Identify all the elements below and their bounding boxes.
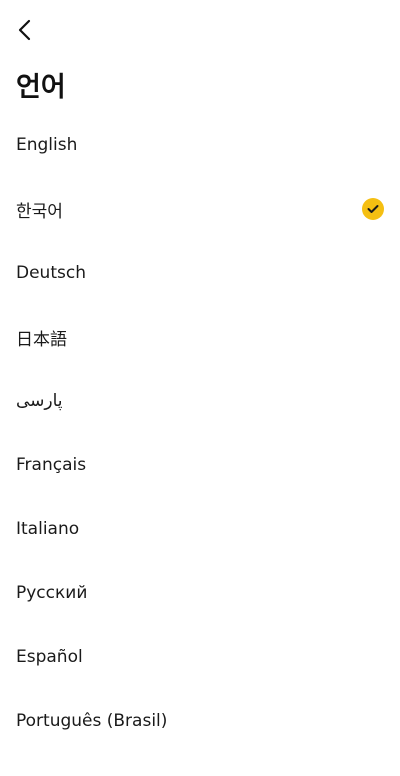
language-item-english[interactable]: English xyxy=(0,113,400,177)
language-label: Русский xyxy=(16,583,88,603)
language-label: 한국어 xyxy=(16,201,63,222)
language-label: Deutsch xyxy=(16,263,86,283)
language-item-portuguese-brazil[interactable]: Português (Brasil) xyxy=(0,689,400,753)
language-item-russian[interactable]: Русский xyxy=(0,561,400,625)
language-label: پارسی xyxy=(16,391,63,411)
check-icon xyxy=(367,205,379,213)
page-title: 언어 xyxy=(16,72,66,103)
language-label: Español xyxy=(16,647,83,667)
language-item-italian[interactable]: Italiano xyxy=(0,497,400,561)
language-item-french[interactable]: Français xyxy=(0,433,400,497)
top-bar xyxy=(0,0,400,60)
language-label: Italiano xyxy=(16,519,80,539)
language-item-japanese[interactable]: 日本語 xyxy=(0,305,400,369)
language-label: 日本語 xyxy=(16,329,67,350)
chevron-left-icon xyxy=(18,19,31,41)
language-list: English 한국어 Deutsch 日本語 پارسی Français I… xyxy=(0,113,400,753)
selected-check-icon xyxy=(362,198,384,220)
language-item-spanish[interactable]: Español xyxy=(0,625,400,689)
language-label: Français xyxy=(16,455,87,475)
back-button[interactable] xyxy=(10,14,40,46)
language-item-korean[interactable]: 한국어 xyxy=(0,177,400,241)
language-label: English xyxy=(16,135,78,155)
language-label: Português (Brasil) xyxy=(16,711,168,731)
language-item-persian[interactable]: پارسی xyxy=(0,369,400,433)
language-item-german[interactable]: Deutsch xyxy=(0,241,400,305)
